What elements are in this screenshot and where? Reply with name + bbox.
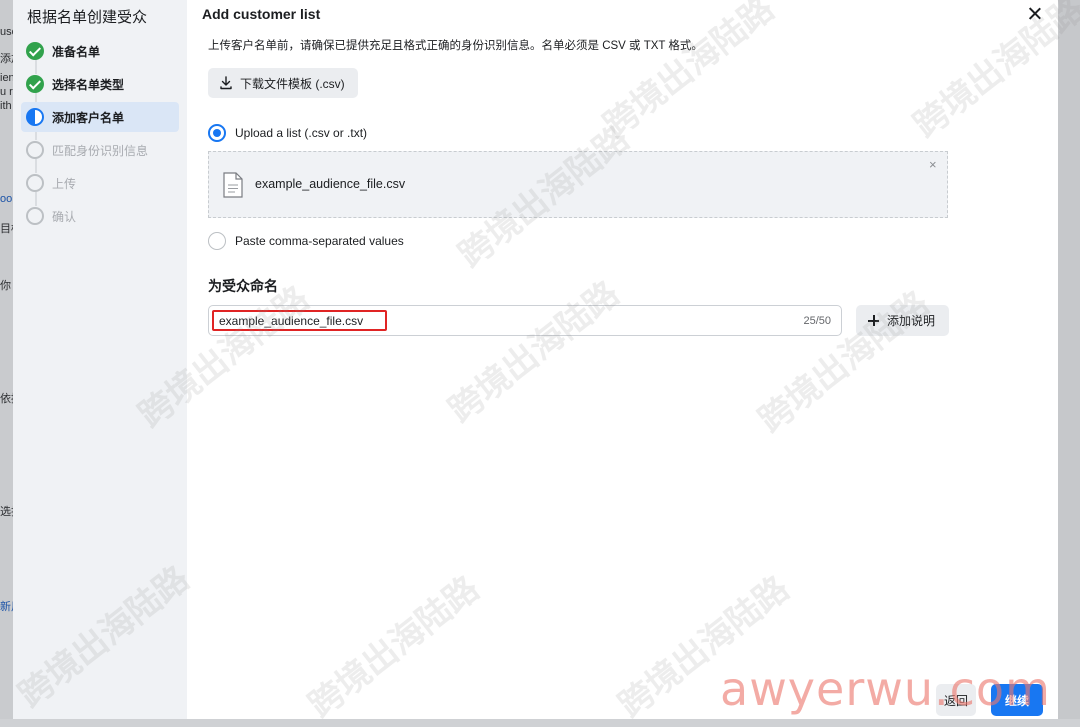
step-prepare-list[interactable]: 准备名单 bbox=[21, 36, 179, 66]
background-right-strip bbox=[1058, 0, 1080, 719]
close-icon[interactable] bbox=[1025, 4, 1045, 24]
upload-list-label: Upload a list (.csv or .txt) bbox=[235, 126, 368, 140]
background-text-fragment: 你 bbox=[0, 280, 11, 292]
wizard-title: 根据名单创建受众 bbox=[27, 9, 148, 26]
download-icon bbox=[220, 76, 232, 90]
upload-instructions: 上传客户名单前，请确保已提供充足且格式正确的身份识别信息。名单必须是 CSV 或… bbox=[208, 40, 703, 52]
step-match-identifiers: 匹配身份识别信息 bbox=[21, 135, 179, 165]
download-template-label: 下载文件模板 (.csv) bbox=[240, 76, 345, 91]
add-description-label: 添加说明 bbox=[887, 314, 936, 328]
upload-list-option[interactable]: Upload a list (.csv or .txt) bbox=[208, 124, 367, 142]
empty-circle-icon bbox=[26, 174, 44, 192]
background-text-fragment: 添加 bbox=[0, 53, 14, 65]
step-label: 上传 bbox=[52, 176, 77, 191]
continue-button[interactable]: 继续 bbox=[991, 684, 1043, 716]
checkmark-icon bbox=[26, 42, 44, 60]
step-label: 选择名单类型 bbox=[52, 77, 125, 92]
wizard-sidebar: 根据名单创建受众 准备名单 选择名单类型 添加客户名单 匹配身份识别信息 上传 bbox=[13, 0, 187, 719]
modal-content: Add customer list 上传客户名单前，请确保已提供充足且格式正确的… bbox=[187, 0, 1058, 719]
background-text-fragment: oop bbox=[0, 193, 14, 205]
checkmark-icon bbox=[26, 75, 44, 93]
step-label: 匹配身份识别信息 bbox=[52, 143, 149, 158]
audience-name-value: example_audience_file.csv bbox=[219, 314, 364, 328]
background-text-fragment: ith bbox=[0, 100, 12, 112]
background-text-fragment: 依据 bbox=[0, 393, 14, 405]
step-label: 准备名单 bbox=[52, 44, 101, 59]
background-text-fragment: 新用 bbox=[0, 601, 14, 613]
background-text-fragment: 目标 bbox=[0, 223, 14, 235]
audience-name-input[interactable]: example_audience_file.csv 25/50 bbox=[208, 305, 842, 336]
file-drop-zone[interactable]: example_audience_file.csv × bbox=[208, 151, 948, 218]
back-button[interactable]: 返回 bbox=[936, 684, 976, 716]
paste-values-option[interactable]: Paste comma-separated values bbox=[208, 232, 404, 250]
plus-icon bbox=[868, 315, 879, 326]
document-icon bbox=[223, 172, 243, 198]
character-count: 25/50 bbox=[803, 315, 831, 327]
create-audience-modal: 根据名单创建受众 准备名单 选择名单类型 添加客户名单 匹配身份识别信息 上传 bbox=[13, 0, 1058, 719]
empty-circle-icon bbox=[26, 141, 44, 159]
paste-values-label: Paste comma-separated values bbox=[235, 234, 404, 248]
radio-selected[interactable] bbox=[208, 124, 226, 142]
step-choose-list-type[interactable]: 选择名单类型 bbox=[21, 69, 179, 99]
radio-unselected[interactable] bbox=[208, 232, 226, 250]
step-label: 添加客户名单 bbox=[52, 110, 125, 125]
background-text-fragment: 选择 bbox=[0, 506, 14, 518]
empty-circle-icon bbox=[26, 207, 44, 225]
half-circle-progress-icon bbox=[26, 108, 44, 126]
background-text-fragment: ience bbox=[0, 72, 14, 84]
background-text-fragment: users bbox=[0, 26, 14, 38]
step-add-customer-list[interactable]: 添加客户名单 bbox=[21, 102, 179, 132]
uploaded-file-name: example_audience_file.csv bbox=[255, 177, 406, 191]
step-label: 确认 bbox=[52, 209, 77, 224]
step-upload: 上传 bbox=[21, 168, 179, 198]
download-template-button[interactable]: 下载文件模板 (.csv) bbox=[208, 68, 358, 98]
background-text-fragment: u re bbox=[0, 86, 14, 98]
remove-file-icon[interactable]: × bbox=[929, 158, 937, 171]
modal-title: Add customer list bbox=[202, 6, 321, 22]
add-description-button[interactable]: 添加说明 bbox=[856, 305, 950, 336]
audience-name-heading: 为受众命名 bbox=[208, 278, 278, 294]
step-confirm: 确认 bbox=[21, 201, 179, 231]
